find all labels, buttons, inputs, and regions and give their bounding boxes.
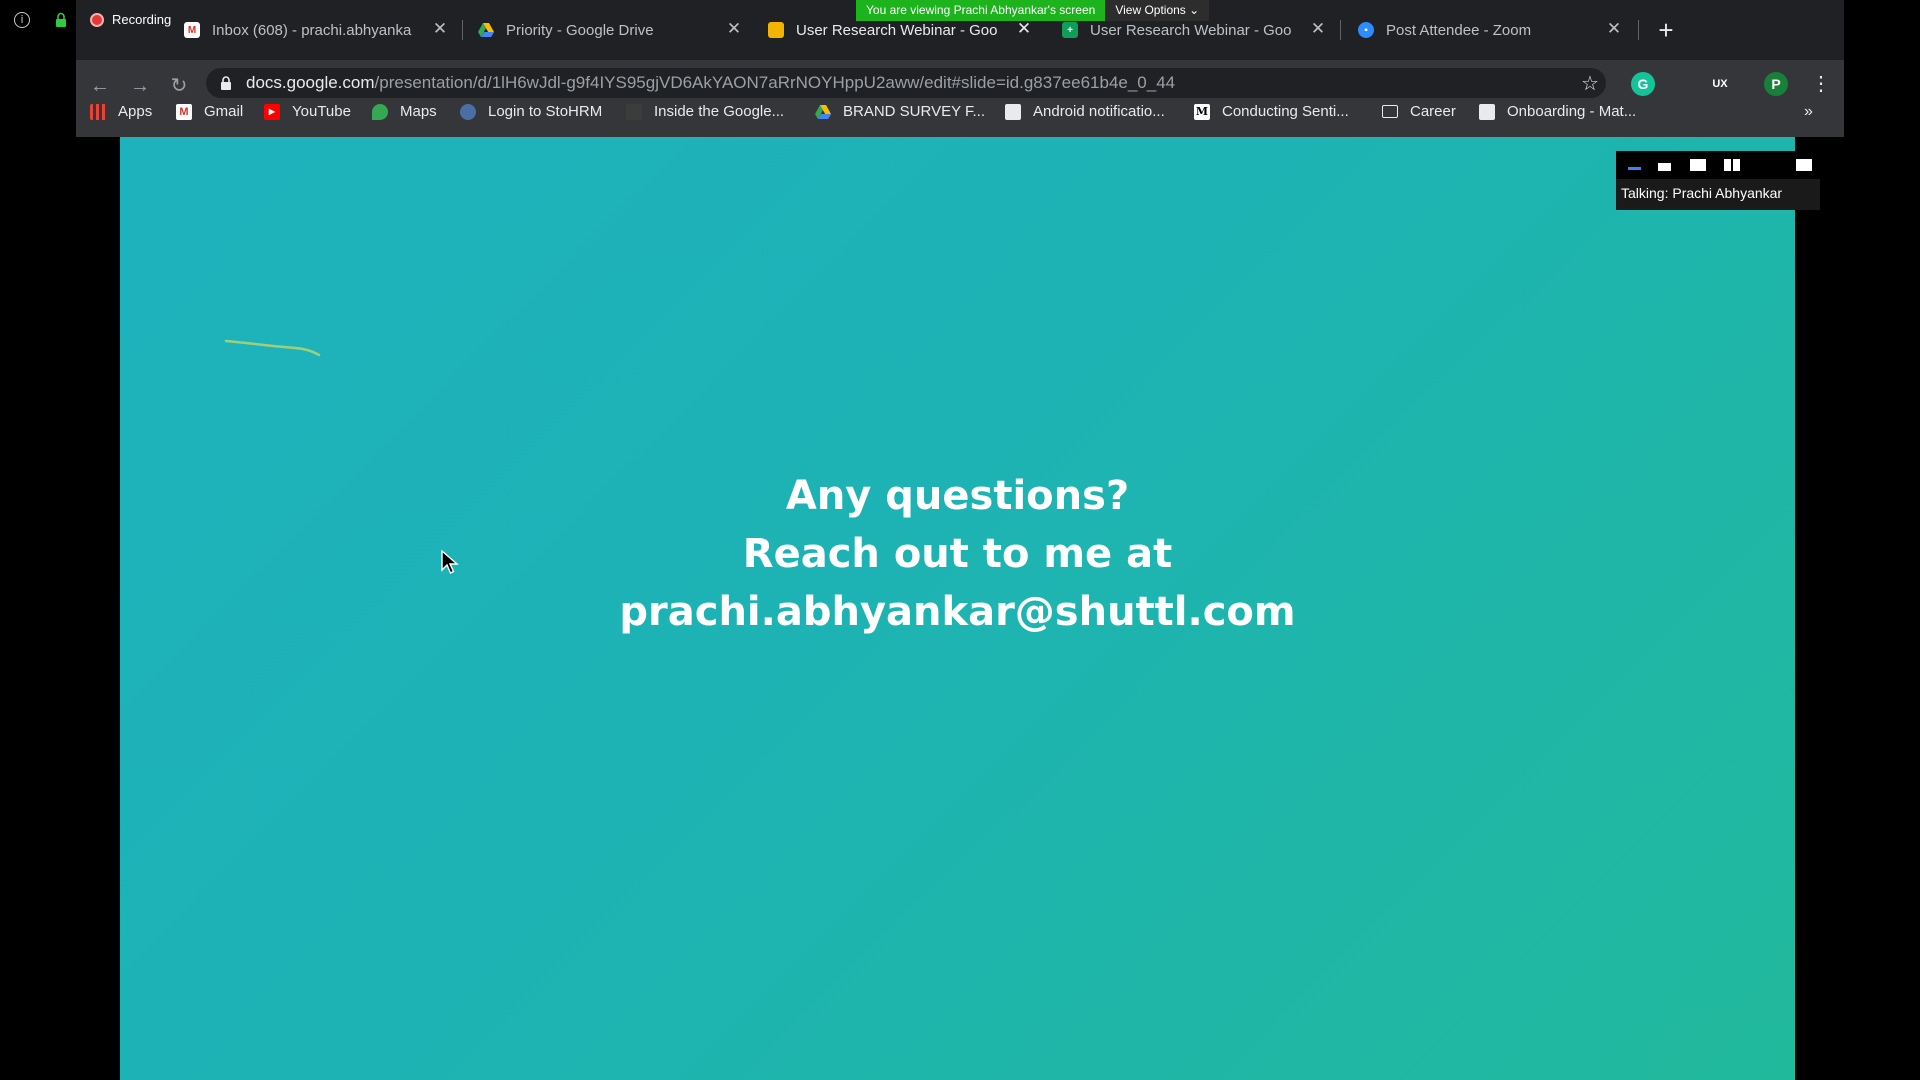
viewing-screen-label: You are viewing Prachi Abhyankar's scree… [856,0,1106,21]
bookmark-label: Onboarding - Mat... [1507,103,1637,120]
presentation-slide: Any questions? Reach out to me at prachi… [120,137,1795,1080]
close-tab-icon[interactable]: ✕ [430,19,450,39]
browser-menu-icon[interactable]: ⋮ [1811,70,1831,98]
bookmark-label: Conducting Senti... [1222,103,1349,120]
bookmark-star-icon[interactable]: ☆ [1581,71,1599,96]
left-desktop-strip: i [0,0,76,1080]
stohrm-icon [460,103,476,120]
bookmark-label: Android notificatio... [1033,103,1165,120]
tab-inbox[interactable]: M Inbox (608) - prachi.abhyanka ✕ [184,12,456,48]
zoom-video-panel: Talking: Prachi Abhyankar [1616,151,1820,210]
page-icon [626,103,642,120]
forward-button[interactable]: → [126,72,154,100]
info-icon[interactable]: i [14,12,30,28]
bookmark-label: YouTube [292,103,351,120]
bookmark-label: Apps [118,103,153,120]
active-speaker-view-icon[interactable] [1690,159,1706,171]
bookmark-stohrm[interactable]: Login to StoHRM [460,103,602,120]
google-sheets-icon: + [1062,22,1078,38]
recording-dot-icon [90,12,104,27]
url-host: docs.google.com [246,73,375,92]
ux-extension-icon[interactable]: UX [1708,72,1732,96]
exit-panel-icon[interactable] [1796,159,1812,171]
minimize-video-icon[interactable] [1628,167,1641,170]
reload-button[interactable]: ↻ [165,72,193,100]
bookmark-maps[interactable]: Maps [372,103,437,120]
tab-separator [1340,20,1341,40]
tab-title: Post Attendee - Zoom [1386,21,1532,39]
close-tab-icon[interactable]: ✕ [724,19,744,39]
back-button[interactable]: ← [86,72,114,100]
bookmark-label: Gmail [204,103,244,120]
bookmark-inside-google[interactable]: Inside the Google... [626,103,784,120]
slide-message: Any questions? Reach out to me at prachi… [120,467,1795,641]
profile-avatar[interactable]: P [1764,72,1788,96]
tab-title: User Research Webinar - Goo [1090,21,1292,39]
bookmark-android-notification[interactable]: Android notificatio... [1005,103,1165,120]
gallery-view-icon[interactable] [1724,159,1740,171]
recording-label: Recording [112,12,172,27]
bookmark-apps[interactable]: Apps [90,103,152,120]
tab-title: User Research Webinar - Goo [796,21,998,39]
tab-title: Priority - Google Drive [506,21,654,39]
gmail-icon: M [184,22,200,38]
bookmark-brand-survey[interactable]: BRAND SURVEY F... [815,103,985,120]
bookmark-label: Maps [400,103,437,120]
maps-icon [372,103,388,120]
hide-video-icon[interactable] [1658,163,1671,171]
slide-line-email: prachi.abhyankar@shuttl.com [619,589,1296,635]
bookmark-label: BRAND SURVEY F... [843,103,985,120]
right-desktop-strip [1844,0,1920,1080]
page-icon [1479,103,1495,120]
address-bar[interactable]: docs.google.com/presentation/d/1lH6wJdl-… [206,68,1606,98]
talking-indicator: Talking: Prachi Abhyankar [1621,185,1783,201]
bookmark-gmail[interactable]: M Gmail [176,103,243,120]
bookmark-label: Login to StoHRM [488,103,603,120]
apps-grid-icon [90,103,106,120]
lock-icon [221,76,231,90]
view-options-label: View Options [1115,3,1186,17]
gmail-icon: M [176,103,192,120]
mouse-cursor-icon [441,550,459,574]
tab-post-attendee-zoom[interactable]: ▪ Post Attendee - Zoom ✕ [1358,12,1630,48]
bookmark-conducting-senti[interactable]: M Conducting Senti... [1194,103,1349,120]
close-tab-icon[interactable]: ✕ [1014,19,1034,39]
view-options-button[interactable]: View Options ⌄ [1105,0,1210,21]
close-tab-icon[interactable]: ✕ [1308,19,1328,39]
medium-icon: M [1194,103,1210,120]
grammarly-icon[interactable]: G [1631,72,1655,96]
bookmark-label: Career [1410,103,1456,120]
tab-separator [1638,20,1639,40]
new-tab-button[interactable]: + [1651,15,1681,45]
tab-separator [462,20,463,40]
zoom-layout-controls [1616,151,1820,179]
youtube-icon: ▶ [264,103,280,120]
google-drive-icon [478,23,494,37]
bookmark-label: Inside the Google... [654,103,785,120]
tab-bar: Recording M Inbox (608) - prachi.abhyank… [76,0,1844,60]
bookmark-onboarding[interactable]: Onboarding - Mat... [1479,103,1636,120]
browser-window: Recording M Inbox (608) - prachi.abhyank… [76,0,1844,137]
zoom-icon: ▪ [1358,22,1374,38]
close-tab-icon[interactable]: ✕ [1604,19,1624,39]
slide-line-questions: Any questions? [785,473,1130,519]
lock-icon [56,12,66,27]
google-slides-icon [768,22,784,38]
bookmark-career[interactable]: Career [1382,103,1456,120]
page-icon [1005,103,1021,120]
tab-priority-drive[interactable]: Priority - Google Drive ✕ [478,12,750,48]
bookmark-youtube[interactable]: ▶ YouTube [264,103,351,120]
url-path: /presentation/d/1lH6wJdl-g9f4IYS95gjVD6A… [374,73,1176,92]
bookmarks-overflow-button[interactable]: » [1804,103,1813,121]
chevron-down-icon: ⌄ [1189,3,1200,17]
pen-scribble [224,339,321,357]
tab-title: Inbox (608) - prachi.abhyanka [212,21,412,39]
zoom-screen-share-banner: You are viewing Prachi Abhyankar's scree… [856,0,1210,21]
google-drive-icon [815,104,831,119]
recording-indicator: Recording [90,12,171,27]
folder-icon [1382,105,1398,118]
slide-line-reach-out: Reach out to me at [742,531,1173,577]
